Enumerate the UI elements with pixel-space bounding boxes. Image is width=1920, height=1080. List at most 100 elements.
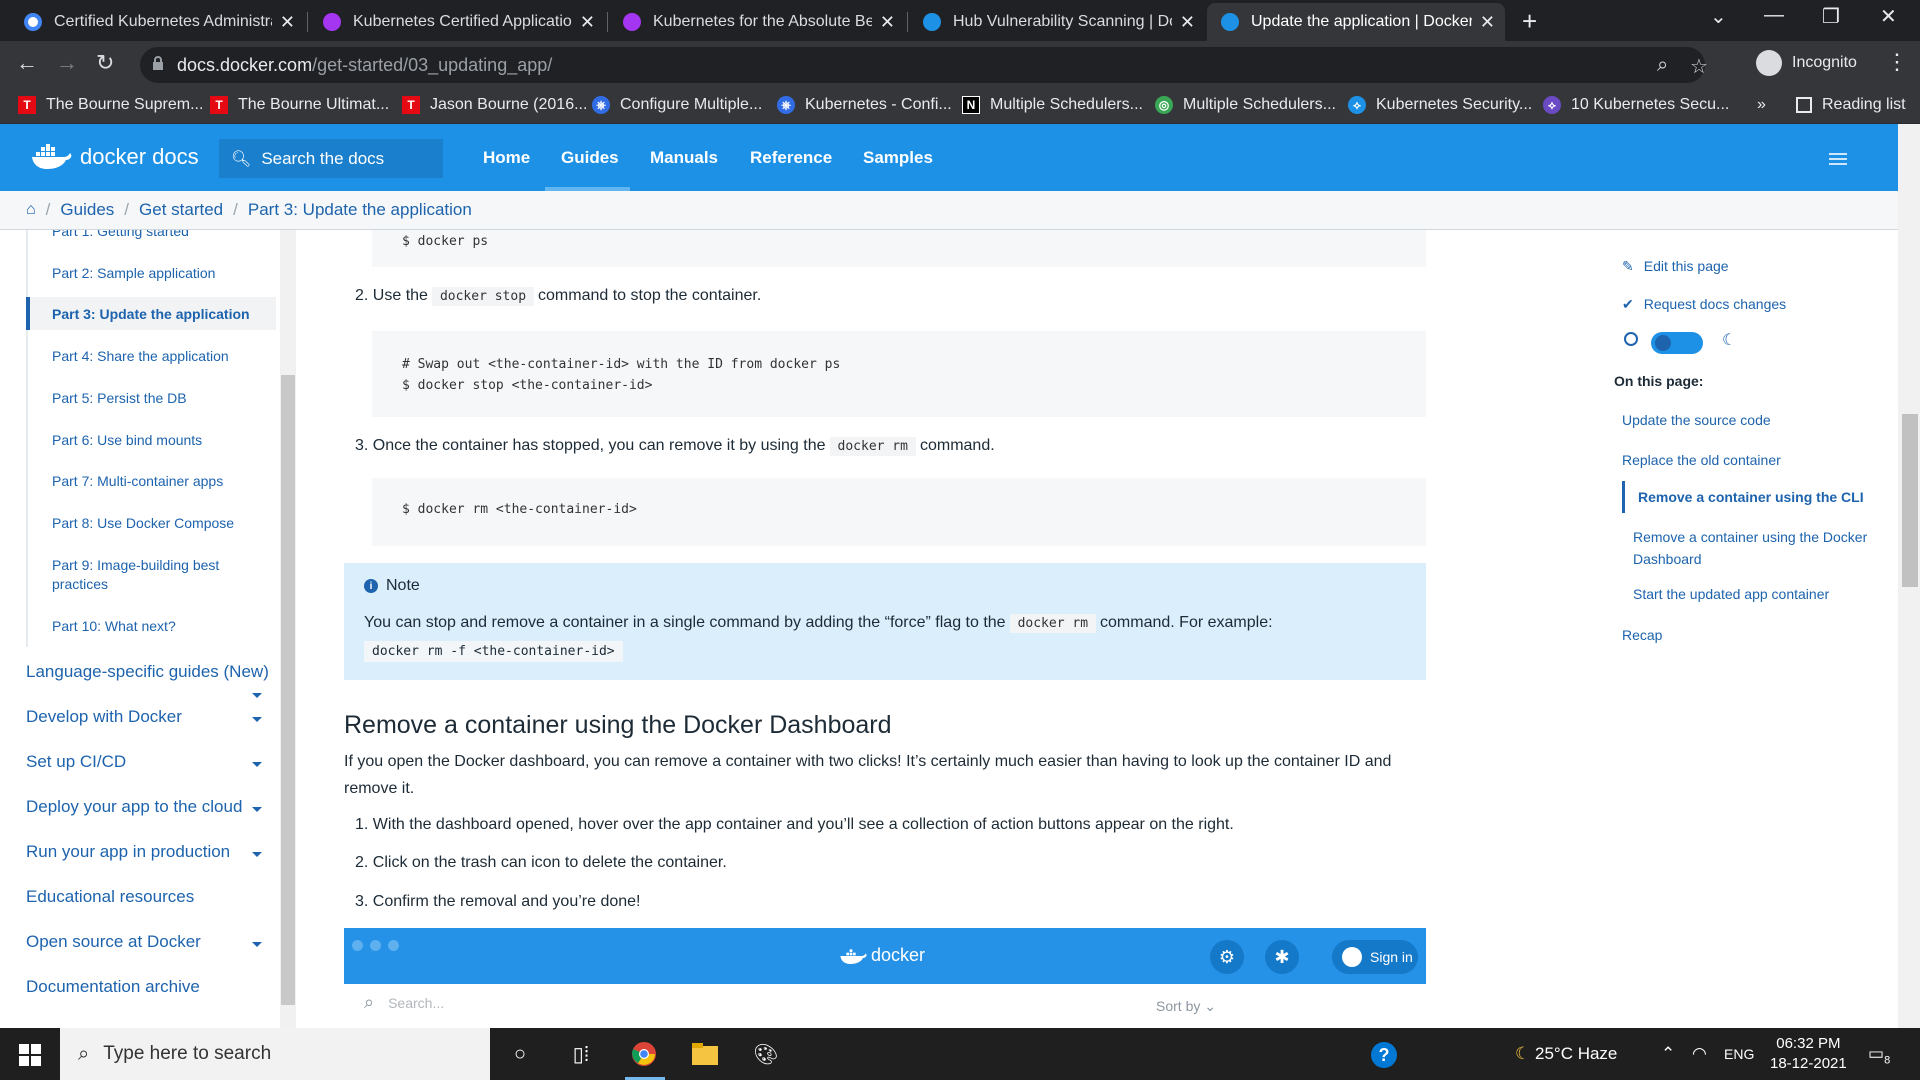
chevron-down-icon[interactable] bbox=[252, 942, 262, 947]
help-icon[interactable]: ? bbox=[1371, 1042, 1397, 1068]
docker-docs-logo[interactable]: docker docs bbox=[30, 144, 199, 170]
close-tab-icon[interactable]: ✕ bbox=[880, 12, 895, 33]
toc-link[interactable]: Recap bbox=[1622, 627, 1662, 643]
nav-guides[interactable]: Guides bbox=[561, 148, 619, 168]
close-window-button[interactable]: ✕ bbox=[1880, 4, 1897, 29]
reading-list-button[interactable]: Reading list bbox=[1796, 96, 1906, 114]
sidebar-section-archive[interactable]: Documentation archive bbox=[26, 977, 200, 997]
toc-link[interactable]: Start the updated app container bbox=[1633, 586, 1829, 602]
list-item: 1. With the dashboard opened, hover over… bbox=[355, 816, 1234, 833]
sidebar-section-develop[interactable]: Develop with Docker bbox=[26, 707, 182, 727]
bookmark-item[interactable]: N Multiple Schedulers... bbox=[962, 96, 1143, 114]
restore-button[interactable]: ❐ bbox=[1822, 4, 1840, 29]
tray-chevron-icon[interactable]: ⌃ bbox=[1661, 1044, 1675, 1064]
page-scrollbar-thumb[interactable] bbox=[1902, 414, 1918, 587]
browser-tab[interactable]: Hub Vulnerability Scanning | Doc ✕ bbox=[909, 3, 1205, 41]
browser-tab[interactable]: Kubernetes for the Absolute Begi ✕ bbox=[609, 3, 905, 41]
bookmark-item[interactable]: T The Bourne Suprem... bbox=[18, 96, 203, 114]
sidebar-item-part-3[interactable]: Part 3: Update the application bbox=[52, 305, 272, 324]
sidebar-item-part-2[interactable]: Part 2: Sample application bbox=[52, 264, 272, 283]
notification-center-icon[interactable]: ▭8 bbox=[1868, 1044, 1890, 1066]
toc-link[interactable]: Remove a container using the Docker Dash… bbox=[1633, 526, 1873, 570]
chrome-icon[interactable] bbox=[630, 1040, 658, 1068]
bookmark-item[interactable]: ⎈ Kubernetes - Confi... bbox=[777, 96, 952, 114]
toc-link[interactable]: Update the source code bbox=[1622, 412, 1771, 428]
close-tab-icon[interactable]: ✕ bbox=[1480, 12, 1495, 33]
nav-samples[interactable]: Samples bbox=[863, 148, 933, 168]
paint-icon[interactable]: 🎨︎ bbox=[752, 1040, 780, 1068]
sidebar-item-part-8[interactable]: Part 8: Use Docker Compose bbox=[52, 514, 272, 533]
close-tab-icon[interactable]: ✕ bbox=[1180, 12, 1195, 33]
theme-toggle[interactable] bbox=[1651, 332, 1703, 354]
home-icon[interactable]: ⌂ bbox=[26, 201, 36, 219]
toc-link-active[interactable]: Remove a container using the CLI bbox=[1638, 489, 1864, 505]
sidebar-item-part-7[interactable]: Part 7: Multi-container apps bbox=[52, 472, 272, 491]
bookmark-item[interactable]: ⎈ Configure Multiple... bbox=[592, 96, 762, 114]
breadcrumb-guides[interactable]: Guides bbox=[60, 200, 114, 220]
chevron-down-icon[interactable] bbox=[252, 807, 262, 812]
reload-button[interactable]: ↻ bbox=[96, 50, 114, 76]
wifi-icon[interactable]: ◠ bbox=[1692, 1044, 1707, 1064]
code-block-docker-rm: $ docker rm <the-container-id> bbox=[372, 478, 1426, 546]
edit-page-link[interactable]: ✎ Edit this page bbox=[1622, 258, 1729, 275]
browser-tab[interactable]: Kubernetes Certified Application ✕ bbox=[309, 3, 605, 41]
sidebar-section-educational[interactable]: Educational resources bbox=[26, 887, 194, 907]
browser-tab[interactable]: Certified Kubernetes Administrat ✕ bbox=[10, 3, 305, 41]
breadcrumb-get-started[interactable]: Get started bbox=[139, 200, 223, 220]
sidebar-section-open-source[interactable]: Open source at Docker bbox=[26, 932, 201, 952]
sidebar-section-language-guides[interactable]: Language-specific guides (New) bbox=[26, 662, 269, 682]
cortana-icon[interactable]: ○ bbox=[506, 1040, 534, 1068]
tab-search-chevron-icon[interactable]: ⌄ bbox=[1710, 4, 1727, 29]
sidebar-scrollbar-thumb[interactable] bbox=[281, 375, 295, 1005]
sidebar-section-production[interactable]: Run your app in production bbox=[26, 842, 230, 862]
taskbar-search-input[interactable]: ⌕ Type here to search bbox=[60, 1028, 490, 1080]
bookmarks-overflow-button[interactable]: » bbox=[1757, 96, 1766, 114]
nav-manuals[interactable]: Manuals bbox=[650, 148, 718, 168]
file-explorer-icon[interactable] bbox=[691, 1040, 719, 1068]
menu-toggle-icon[interactable] bbox=[1829, 153, 1847, 165]
sidebar-item-part-5[interactable]: Part 5: Persist the DB bbox=[52, 389, 272, 408]
new-tab-button[interactable]: + bbox=[1522, 6, 1537, 37]
chevron-down-icon[interactable] bbox=[252, 852, 262, 857]
sidebar-item-part-4[interactable]: Part 4: Share the application bbox=[52, 347, 272, 366]
bookmark-item[interactable]: T The Bourne Ultimat... bbox=[210, 96, 389, 114]
language-indicator[interactable]: ENG bbox=[1724, 1046, 1754, 1062]
task-view-icon[interactable]: ▯⁞ bbox=[567, 1040, 595, 1068]
close-tab-icon[interactable]: ✕ bbox=[280, 12, 295, 33]
bookmark-item[interactable]: ◎ Multiple Schedulers... bbox=[1155, 96, 1336, 114]
close-tab-icon[interactable]: ✕ bbox=[580, 12, 595, 33]
nav-home[interactable]: Home bbox=[483, 148, 530, 168]
sidebar-section-ci-cd[interactable]: Set up CI/CD bbox=[26, 752, 126, 772]
chevron-down-icon[interactable] bbox=[252, 762, 262, 767]
address-bar[interactable]: docs.docker.com/get-started/03_updating_… bbox=[140, 47, 1708, 83]
browser-menu-icon[interactable]: ⋮ bbox=[1886, 49, 1908, 75]
forward-button[interactable]: → bbox=[56, 50, 78, 76]
tmdb-icon: T bbox=[210, 96, 228, 114]
docs-search-input[interactable]: 🔍︎ Search the docs bbox=[219, 139, 443, 178]
kubernetes-icon: ⎈ bbox=[592, 96, 610, 114]
sidebar-item-part-10[interactable]: Part 10: What next? bbox=[52, 617, 272, 636]
back-button[interactable]: ← bbox=[16, 50, 38, 76]
minimize-button[interactable]: — bbox=[1764, 4, 1784, 27]
toc-link[interactable]: Replace the old container bbox=[1622, 452, 1781, 468]
bookmark-item[interactable]: T Jason Bourne (2016... bbox=[402, 96, 587, 114]
zoom-search-icon[interactable]: ⌕ bbox=[1657, 54, 1668, 77]
nav-reference[interactable]: Reference bbox=[750, 148, 832, 168]
sidebar-item-part-9[interactable]: Part 9: Image-building best practices bbox=[52, 556, 242, 594]
bookmark-item[interactable]: ⟡ 10 Kubernetes Secu... bbox=[1543, 96, 1729, 114]
bookmark-item[interactable]: ⟡ Kubernetes Security... bbox=[1348, 96, 1532, 114]
notion-icon: N bbox=[962, 96, 980, 114]
windows-start-icon[interactable] bbox=[19, 1044, 41, 1066]
browser-tab-active[interactable]: Update the application | Docker ✕ bbox=[1207, 3, 1505, 41]
sidebar-section-deploy-cloud[interactable]: Deploy your app to the cloud bbox=[26, 797, 242, 817]
sidebar-item-part-6[interactable]: Part 6: Use bind mounts bbox=[52, 431, 272, 450]
google-favicon-icon bbox=[24, 13, 42, 31]
chevron-down-icon[interactable] bbox=[252, 693, 262, 698]
sidebar-item-part-1[interactable]: Part 1: Getting started bbox=[52, 230, 272, 241]
bookmark-star-icon[interactable]: ☆ bbox=[1690, 54, 1708, 79]
incognito-badge[interactable]: Incognito bbox=[1756, 50, 1857, 76]
weather-widget[interactable]: ☾ 25°C Haze bbox=[1515, 1044, 1617, 1064]
request-changes-link[interactable]: ✔ Request docs changes bbox=[1622, 296, 1786, 313]
system-clock[interactable]: 06:32 PM 18-12-2021 bbox=[1770, 1034, 1847, 1074]
chevron-down-icon[interactable] bbox=[252, 717, 262, 722]
